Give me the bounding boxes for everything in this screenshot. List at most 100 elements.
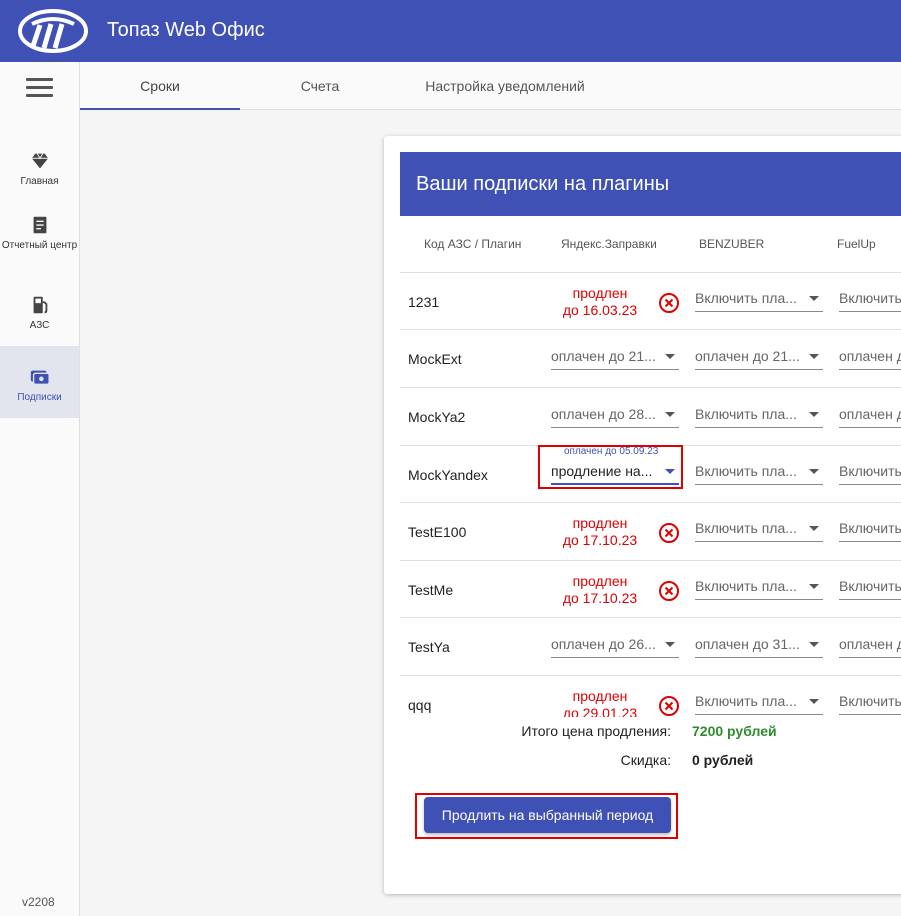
fuelup-select[interactable]: оплачен д <box>839 632 901 658</box>
select-value: Включить пла... <box>695 693 797 709</box>
benzuber-select[interactable]: оплачен до 21... <box>695 344 823 370</box>
total-price-label: Итого цена продления: <box>521 723 671 739</box>
select-value: оплачен до 28... <box>551 406 656 422</box>
chevron-down-icon <box>809 469 819 474</box>
chevron-down-icon <box>665 354 675 359</box>
tab-bar: Сроки Счета Настройка уведомлений <box>80 62 901 110</box>
fuelup-select[interactable]: Включить <box>839 574 901 600</box>
table-row: TestMe продлен до 17.10.23 Включить пла.… <box>400 560 901 617</box>
sidebar-item-home[interactable]: Главная <box>0 150 79 196</box>
table-row: qqq продлен до 29.01.23 Включить пла... … <box>400 675 901 717</box>
table-row: MockYa2 оплачен до 28... Включить пла...… <box>400 387 901 444</box>
fuel-pump-icon <box>33 296 47 314</box>
select-value: Включить пла... <box>695 520 797 536</box>
sidebar-item-reports[interactable]: Отчетный центр <box>0 214 79 268</box>
diamond-icon <box>31 153 48 169</box>
select-value: оплачен д <box>839 406 901 422</box>
cancel-circle-icon[interactable] <box>658 522 680 544</box>
benzuber-select[interactable]: Включить пла... <box>695 574 823 600</box>
benzuber-select[interactable]: Включить пла... <box>695 516 823 542</box>
station-code: qqq <box>408 697 432 713</box>
topaz-logo-icon <box>18 9 88 53</box>
app-title: Топаз Web Офис <box>107 19 265 41</box>
yandex-select[interactable]: оплачен до 28... <box>551 402 679 428</box>
benzuber-select[interactable]: Включить пла... <box>695 286 823 312</box>
chevron-down-icon <box>665 642 675 647</box>
benzuber-select[interactable]: оплачен до 31... <box>695 632 823 658</box>
fuelup-select[interactable]: Включить <box>839 286 901 312</box>
extended-status: продлен до 17.10.23 <box>540 515 660 549</box>
fuelup-select[interactable]: Включить <box>839 689 901 715</box>
cancel-circle-icon[interactable] <box>658 695 680 717</box>
extended-label: продлен <box>572 688 628 704</box>
select-value: Включить <box>839 290 901 306</box>
select-value: Включить <box>839 693 901 709</box>
select-value: Включить <box>839 520 901 536</box>
sidebar-item-label: Подписки <box>17 392 62 403</box>
fuelup-select[interactable]: оплачен д <box>839 344 901 370</box>
sidebar-item-stations[interactable]: АЗС <box>0 294 79 332</box>
station-code: MockYandex <box>408 467 488 483</box>
tab-notification-settings[interactable]: Настройка уведомлений <box>400 62 610 110</box>
yandex-select[interactable]: оплачен до 21... <box>551 344 679 370</box>
total-price-value: 7200 рублей <box>692 723 777 739</box>
column-header-fuelup: FuelUp <box>837 237 876 251</box>
tab-invoices[interactable]: Счета <box>240 62 400 110</box>
tab-terms[interactable]: Сроки <box>80 62 240 110</box>
extended-date: до 17.10.23 <box>562 590 638 606</box>
sidebar-item-label: Главная <box>20 176 59 187</box>
column-header-yandex: Яндекс.Заправки <box>561 237 657 251</box>
table-row: TestE100 продлен до 17.10.23 Включить пл… <box>400 502 901 559</box>
select-value: Включить пла... <box>695 578 797 594</box>
sidebar: Главная Отчетный центр АЗС Подписки v220… <box>0 62 80 916</box>
select-value: оплачен д <box>839 348 901 364</box>
extended-label: продлен <box>572 573 628 589</box>
chevron-down-icon <box>665 412 675 417</box>
station-code: TestE100 <box>408 524 467 540</box>
table-row: 1231 продлен до 16.03.23 Включить пла...… <box>400 272 901 329</box>
discount-label: Скидка: <box>620 752 671 768</box>
select-value: оплачен до 26... <box>551 636 656 652</box>
select-value: оплачен д <box>839 636 901 652</box>
select-value: Включить <box>839 578 901 594</box>
benzuber-select[interactable]: Включить пла... <box>695 459 823 485</box>
table-row: TestYa оплачен до 26... оплачен до 31...… <box>400 617 901 674</box>
chevron-down-icon <box>809 699 819 704</box>
station-code: MockYa2 <box>408 409 466 425</box>
select-value: оплачен до 21... <box>551 348 656 364</box>
cancel-circle-icon[interactable] <box>658 580 680 602</box>
extended-date: до 17.10.23 <box>562 532 638 548</box>
discount-value: 0 рублей <box>692 752 754 768</box>
select-value: Включить пла... <box>695 406 797 422</box>
select-value: Включить пла... <box>695 290 797 306</box>
station-code: TestMe <box>408 582 454 598</box>
select-value: оплачен до 21... <box>695 348 800 364</box>
extended-date: до 29.01.23 <box>562 705 638 717</box>
station-code: 1231 <box>408 294 440 310</box>
card-title: Ваши подписки на плагины <box>400 152 901 216</box>
extended-status: продлен до 17.10.23 <box>540 573 660 607</box>
extended-status: продлен до 29.01.23 <box>540 688 660 717</box>
benzuber-select[interactable]: Включить пла... <box>695 402 823 428</box>
subscriptions-icon <box>30 370 50 386</box>
table-row: MockExt оплачен до 21... оплачен до 21..… <box>400 329 901 386</box>
sidebar-item-subscriptions[interactable]: Подписки <box>0 346 79 418</box>
fuelup-select[interactable]: оплачен д <box>839 402 901 428</box>
cancel-circle-icon[interactable] <box>658 292 680 314</box>
chevron-down-icon <box>809 412 819 417</box>
column-header-station: Код АЗС / Плагин <box>424 237 522 251</box>
sidebar-item-label: АЗС <box>29 320 50 331</box>
chevron-down-icon <box>809 642 819 647</box>
extended-status: продлен до 16.03.23 <box>540 285 660 319</box>
extend-period-button[interactable]: Продлить на выбранный период <box>424 797 671 833</box>
subscriptions-table: 1231 продлен до 16.03.23 Включить пла...… <box>400 272 901 717</box>
menu-icon[interactable] <box>26 78 53 98</box>
app-header: Топаз Web Офис <box>0 0 901 62</box>
extended-label: продлен <box>572 515 628 531</box>
fuelup-select[interactable]: Включить <box>839 516 901 542</box>
select-value: Включить <box>839 463 901 479</box>
yandex-select[interactable]: оплачен до 26... <box>551 632 679 658</box>
sidebar-item-label: Отчетный центр <box>1 240 78 251</box>
fuelup-select[interactable]: Включить <box>839 459 901 485</box>
benzuber-select[interactable]: Включить пла... <box>695 689 823 715</box>
